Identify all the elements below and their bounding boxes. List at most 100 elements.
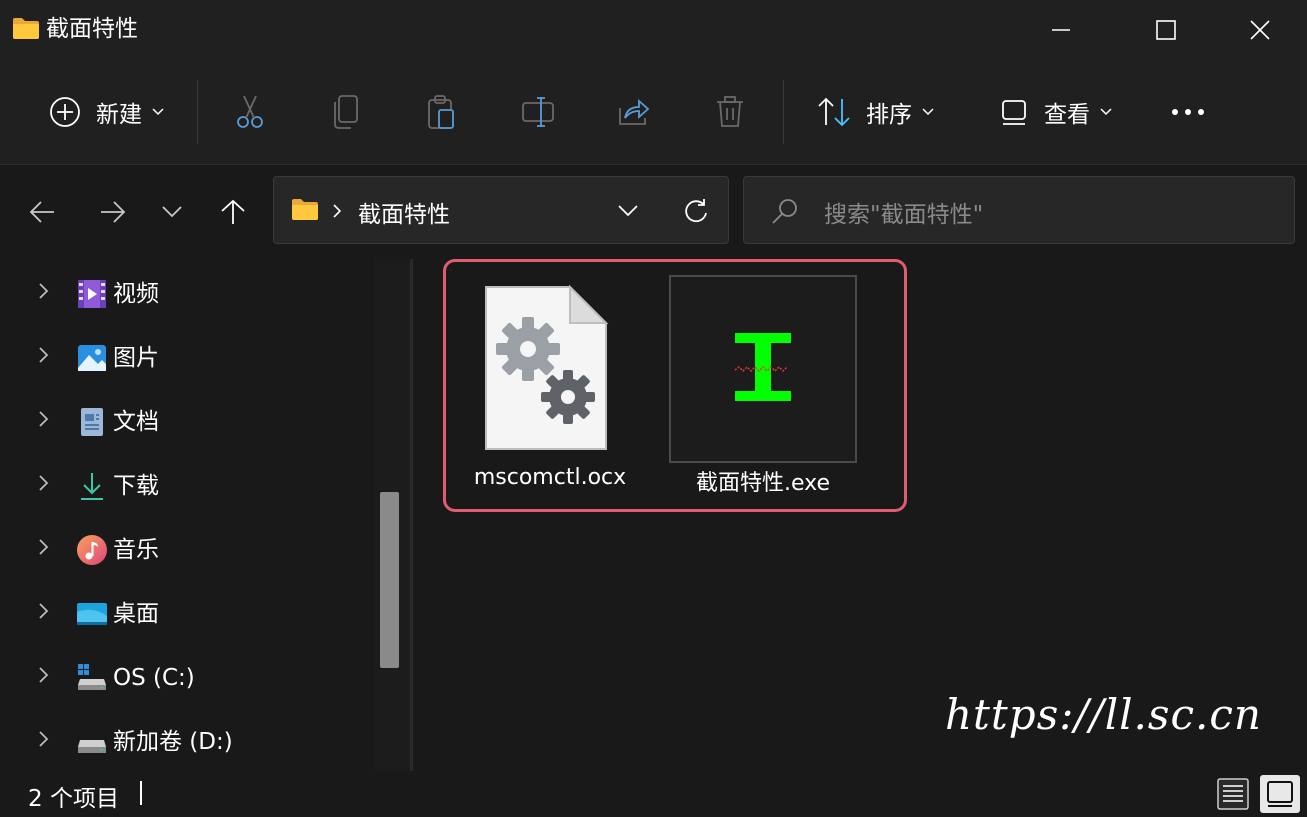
chevron-down-icon (152, 108, 164, 116)
view-label: 查看 (1044, 102, 1090, 128)
arrow-right-icon (101, 201, 126, 223)
refresh-button[interactable] (672, 189, 720, 233)
search-icon (772, 199, 797, 224)
chevron-right-icon (39, 475, 49, 491)
drive-d-icon (78, 740, 106, 753)
up-button[interactable] (209, 186, 257, 238)
refresh-icon (685, 199, 707, 223)
sidebar-item-label: 图片 (113, 345, 159, 371)
minimize-button[interactable] (1026, 0, 1096, 60)
chevron-down-icon (1100, 108, 1112, 116)
sidebar-item-label: 桌面 (113, 601, 159, 627)
cut-button[interactable] (226, 84, 274, 140)
watermark-text: https://ll.sc.cn (945, 690, 1262, 739)
address-bar[interactable]: 截面特性 (273, 176, 729, 244)
sidebar-item-drive-d[interactable]: 新加卷 (D:) (0, 710, 372, 771)
title-bar (0, 0, 1307, 60)
folder-icon (13, 18, 39, 39)
download-icon (81, 473, 103, 500)
chevron-right-icon (39, 539, 49, 555)
recent-locations-button[interactable] (148, 186, 196, 238)
sidebar-scrollbar-thumb[interactable] (380, 492, 399, 668)
sidebar-item-label: 音乐 (113, 537, 159, 563)
chevron-right-icon (39, 667, 49, 683)
delete-button[interactable] (706, 84, 754, 140)
pictures-icon (78, 345, 106, 371)
exe-app-icon (669, 275, 857, 463)
drive-c-icon (78, 664, 106, 690)
music-icon (77, 535, 107, 565)
file-name: 截面特性.exe (695, 471, 831, 496)
sidebar-item-label: 视频 (113, 281, 159, 307)
sort-arrows-icon (818, 97, 850, 127)
search-input[interactable]: 搜索"截面特性" (824, 195, 983, 229)
status-separator (140, 781, 142, 805)
large-icons-view-button[interactable] (1260, 775, 1300, 813)
back-button[interactable] (18, 186, 66, 238)
chevron-down-icon (162, 206, 182, 218)
share-icon (619, 98, 650, 125)
more-options-button[interactable] (1160, 84, 1216, 140)
close-button[interactable] (1225, 0, 1295, 60)
breadcrumb-chevron-icon (333, 204, 342, 218)
forward-button[interactable] (89, 186, 137, 238)
maximize-icon (1156, 20, 1176, 40)
file-name: mscomctl.ocx (473, 465, 627, 490)
sidebar-item-label: OS (C:) (113, 665, 195, 691)
sidebar-item-downloads[interactable]: 下载 (0, 454, 372, 518)
search-box[interactable]: 搜索"截面特性" (743, 176, 1295, 244)
trash-icon (717, 96, 743, 127)
file-item[interactable]: 截面特性.exe (669, 273, 857, 496)
rename-button[interactable] (514, 84, 562, 140)
view-layout-icon (1002, 100, 1026, 125)
copy-button[interactable] (322, 84, 370, 140)
chevron-right-icon (39, 347, 49, 363)
ocx-file-icon (485, 284, 609, 450)
chevron-right-icon (39, 603, 49, 619)
scissors-icon (237, 95, 263, 128)
plus-circle-icon (50, 97, 80, 127)
new-label: 新建 (96, 102, 142, 128)
sidebar-item-label: 下载 (113, 473, 159, 499)
address-dropdown-button[interactable] (604, 191, 652, 231)
close-icon (1250, 20, 1270, 40)
details-view-button[interactable] (1214, 775, 1252, 813)
sidebar-item-music[interactable]: 音乐 (0, 518, 372, 582)
rename-icon (522, 97, 554, 127)
toolbar-separator (783, 80, 784, 144)
address-path[interactable]: 截面特性 (358, 195, 450, 229)
copy-icon (334, 95, 358, 129)
chevron-down-icon (922, 108, 934, 116)
documents-icon (81, 408, 103, 436)
sidebar-item-desktop[interactable]: 桌面 (0, 582, 372, 646)
status-bar: 2 个项目 (0, 771, 1307, 817)
video-icon (78, 280, 106, 308)
chevron-right-icon (39, 283, 49, 299)
details-list-icon (1217, 778, 1249, 810)
new-button[interactable]: 新建 (36, 84, 176, 140)
maximize-button[interactable] (1131, 0, 1201, 60)
paste-button[interactable] (417, 84, 465, 140)
share-button[interactable] (610, 84, 658, 140)
toolbar-separator (197, 80, 198, 144)
desktop-icon (77, 603, 107, 625)
file-item[interactable]: mscomctl.ocx (456, 273, 644, 493)
item-count: 2 个项目 (28, 786, 119, 812)
window-title: 截面特性 (46, 16, 138, 42)
arrow-up-icon (221, 199, 245, 224)
large-icons-view-icon (1267, 781, 1293, 807)
arrow-left-icon (29, 201, 54, 223)
navigation-pane: 视频 图片 文档 下载 音乐 桌面 OS (C:) 新加卷 (D:) (0, 259, 410, 771)
sidebar-item-pictures[interactable]: 图片 (0, 326, 372, 390)
sort-button[interactable]: 排序 (810, 84, 940, 140)
more-dots-icon (1172, 109, 1204, 115)
sidebar-item-videos[interactable]: 视频 (0, 262, 372, 326)
pane-divider[interactable] (410, 259, 413, 771)
sidebar-item-drive-c[interactable]: OS (C:) (0, 646, 372, 710)
view-button[interactable]: 查看 (992, 84, 1120, 140)
chevron-right-icon (39, 411, 49, 427)
paste-icon (428, 95, 454, 129)
chevron-right-icon (39, 731, 49, 747)
sidebar-item-documents[interactable]: 文档 (0, 390, 372, 454)
chevron-down-icon (618, 205, 638, 217)
